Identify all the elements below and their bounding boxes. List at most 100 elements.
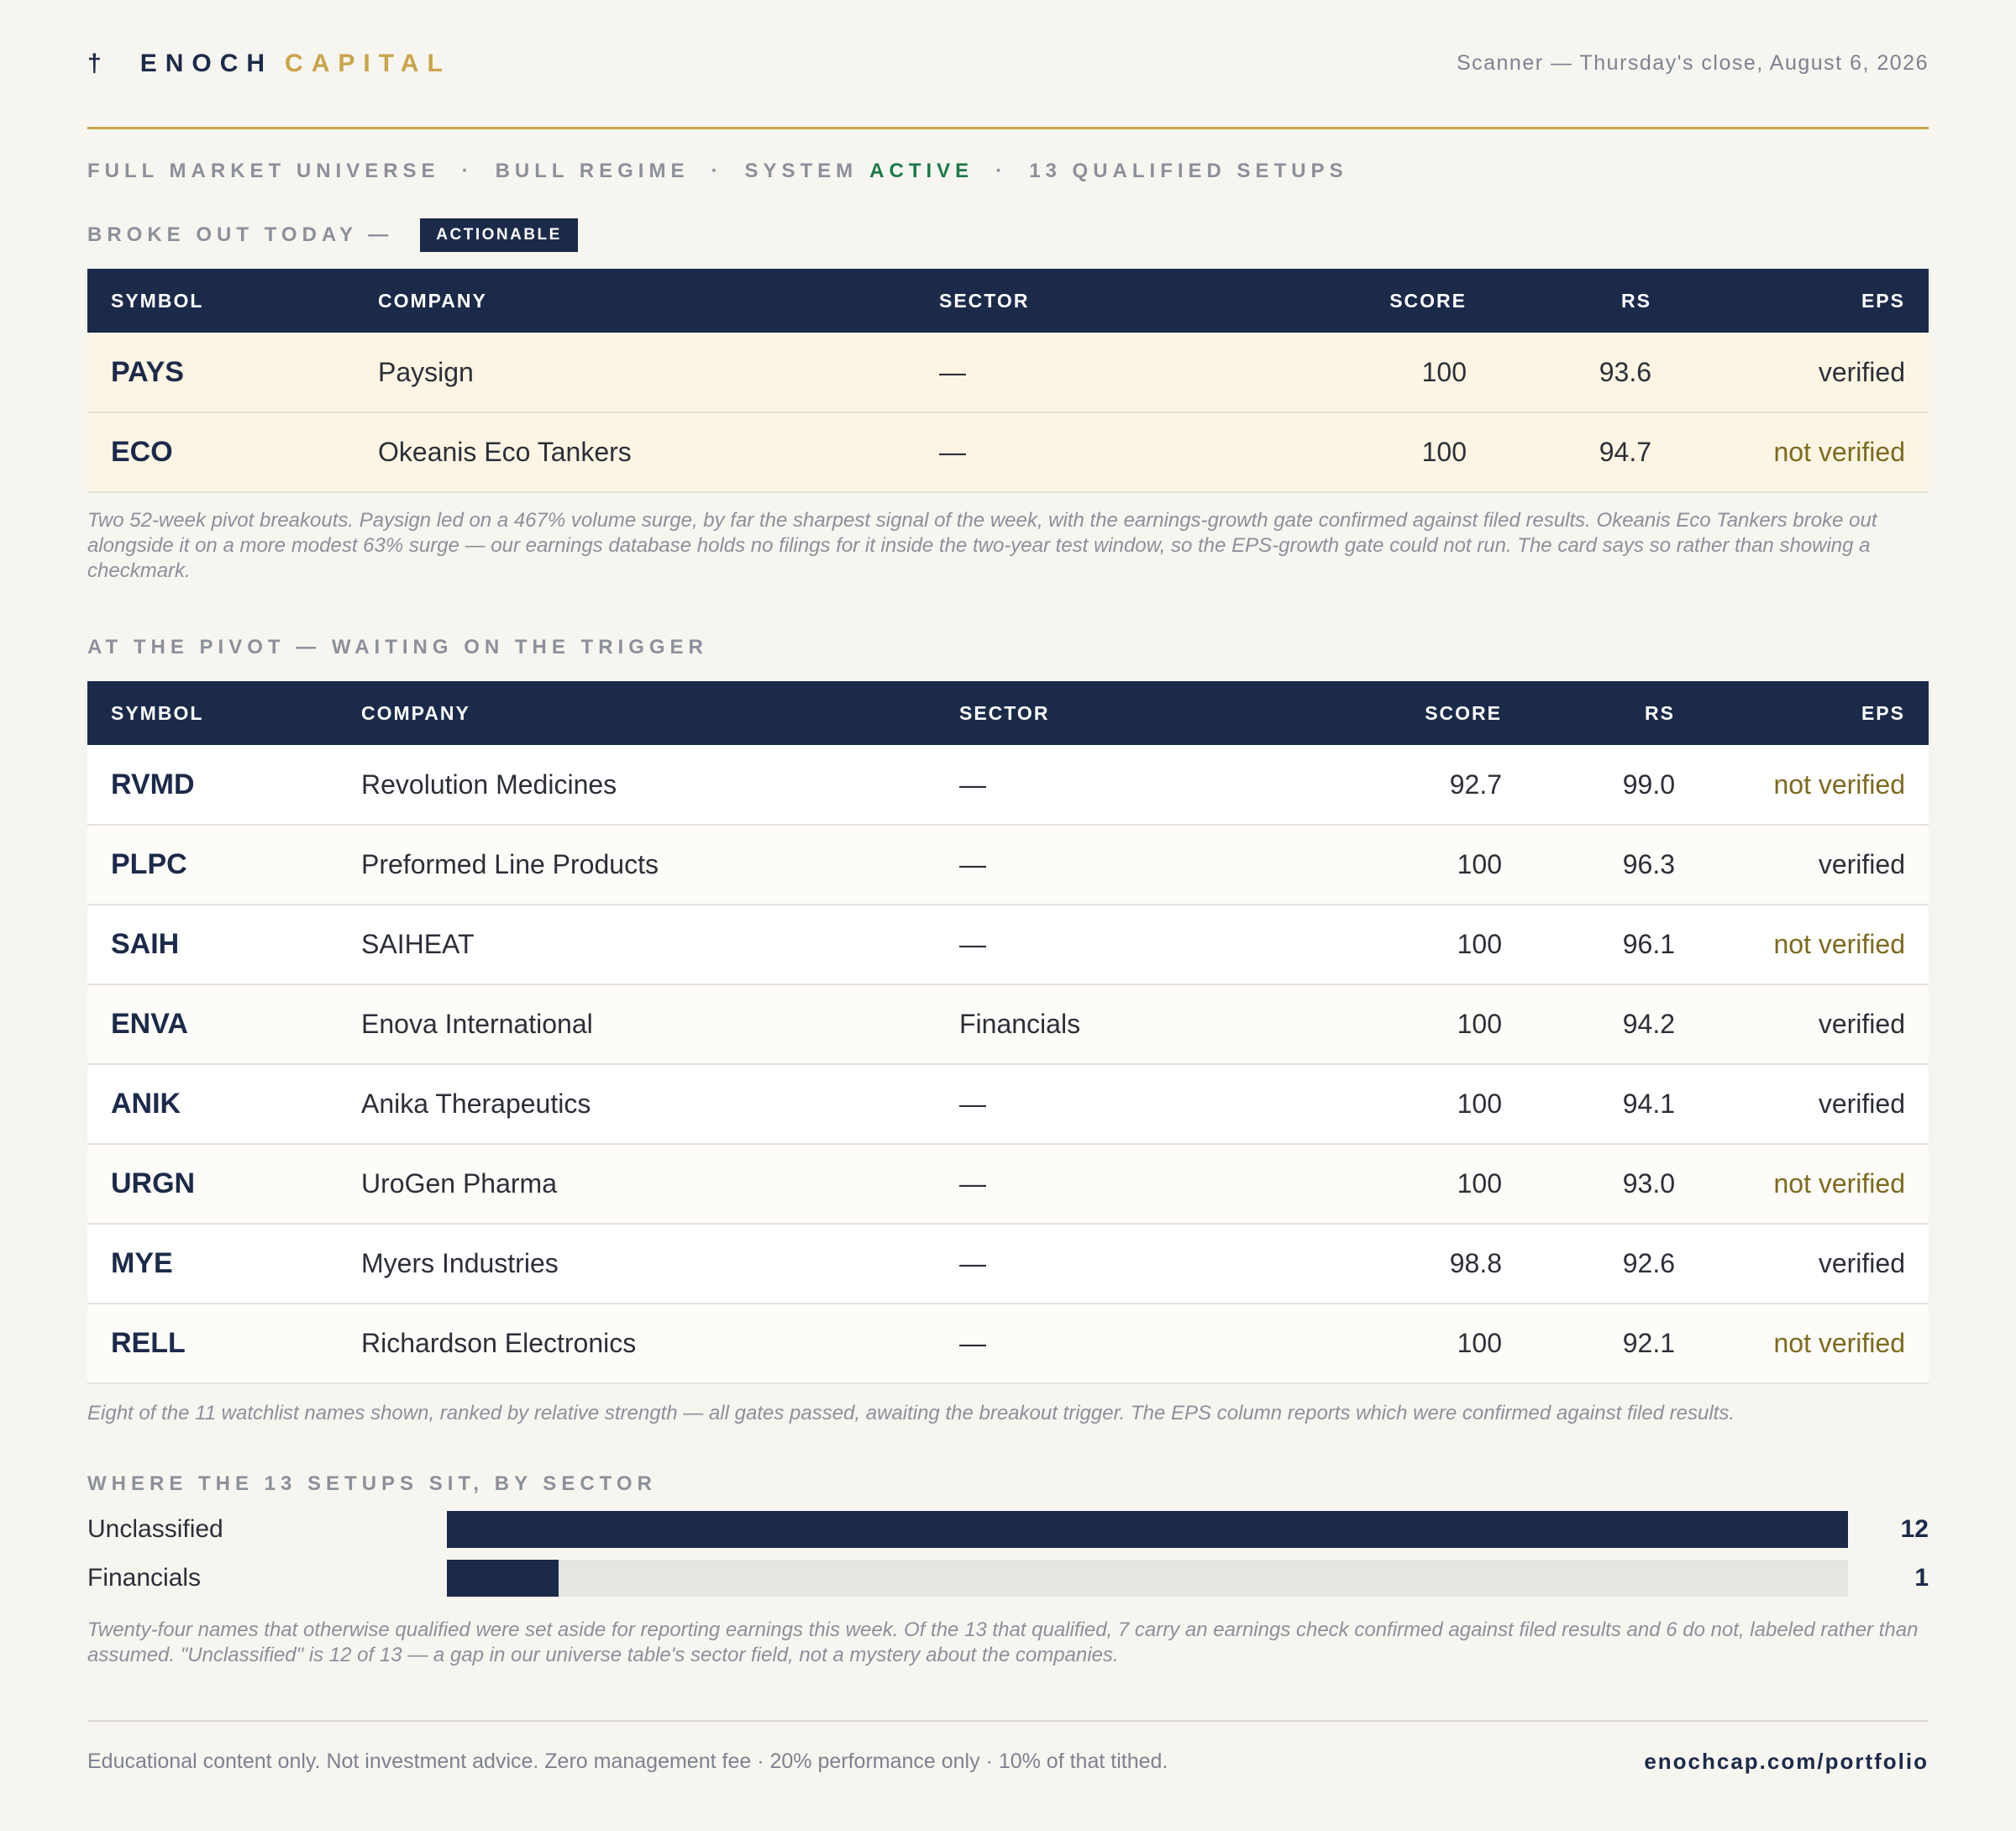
- cell-score: 92.7: [1449, 769, 1502, 800]
- cross-icon: †: [87, 49, 102, 77]
- cell-sector: —: [959, 1089, 986, 1119]
- cell-score: 100: [1457, 1168, 1502, 1199]
- pivot-table: SYMBOL COMPANY SECTOR SCORE RS EPS RVMD R…: [87, 681, 1929, 1384]
- cell-company: Anika Therapeutics: [361, 1089, 591, 1119]
- col-rs: RS: [1645, 701, 1675, 724]
- col-score: SCORE: [1425, 701, 1502, 724]
- cell-symbol: RELL: [111, 1327, 186, 1359]
- actionable-badge: ACTIONABLE: [420, 218, 578, 252]
- pivot-label: AT THE PIVOT — WAITING ON THE TRIGGER: [87, 636, 708, 658]
- sector-bar-count: 12: [1900, 1515, 1929, 1543]
- cell-sector: —: [959, 1248, 986, 1278]
- brand-logo: † ENOCH CAPITAL: [87, 50, 451, 78]
- table-row[interactable]: RELL Richardson Electronics — 100 92.1 not ve…: [87, 1304, 1929, 1383]
- cell-score: 100: [1457, 1089, 1502, 1119]
- cell-symbol: MYE: [111, 1247, 173, 1279]
- table-row[interactable]: MYE Myers Industries — 98.8 92.6 verified: [87, 1224, 1929, 1304]
- sector-label: WHERE THE 13 SETUPS SIT, BY SECTOR: [87, 1472, 657, 1495]
- col-symbol: SYMBOL: [111, 289, 204, 312]
- cell-symbol: PAYS: [111, 355, 184, 388]
- status-separator: ·: [461, 160, 474, 182]
- cell-sector: —: [959, 1168, 986, 1199]
- sector-bar-chart: Unclassified 12 Financials 1: [87, 1505, 1929, 1603]
- cell-rs: 94.1: [1622, 1089, 1675, 1119]
- col-eps: EPS: [1861, 289, 1905, 312]
- col-symbol: SYMBOL: [111, 701, 204, 724]
- cell-symbol: SAIH: [111, 928, 180, 960]
- sector-bar-label: Unclassified: [87, 1515, 223, 1543]
- col-eps: EPS: [1861, 701, 1905, 724]
- pivot-note: Eight of the 11 watchlist names shown, r…: [87, 1402, 1735, 1424]
- report-footer: Educational content only. Not investment…: [87, 1720, 1929, 1775]
- cell-company: Revolution Medicines: [361, 769, 617, 800]
- cell-eps: not verified: [1773, 1328, 1905, 1358]
- col-company: COMPANY: [361, 701, 470, 724]
- cell-eps: verified: [1818, 1248, 1905, 1278]
- cell-rs: 92.1: [1622, 1328, 1675, 1358]
- broke-out-table: SYMBOL COMPANY SECTOR SCORE RS EPS PAYS P…: [87, 269, 1929, 493]
- sector-bar-row: Financials 1: [87, 1554, 1929, 1603]
- sector-bar-label: Financials: [87, 1564, 202, 1592]
- cell-rs: 92.6: [1622, 1248, 1675, 1278]
- sector-bar-track: [447, 1511, 1848, 1548]
- col-sector: SECTOR: [959, 701, 1050, 724]
- cell-symbol: PLPC: [111, 848, 187, 880]
- cell-sector: —: [939, 356, 966, 387]
- cell-eps: not verified: [1773, 1168, 1905, 1199]
- cell-eps: not verified: [1773, 769, 1905, 800]
- cell-company: SAIHEAT: [361, 929, 475, 959]
- cell-score: 100: [1457, 1009, 1502, 1039]
- cell-score: 100: [1457, 929, 1502, 959]
- status-system-label: SYSTEM: [744, 160, 858, 182]
- table-row[interactable]: PLPC Preformed Line Products — 100 96.3 verif…: [87, 825, 1929, 905]
- cell-rs: 93.0: [1622, 1168, 1675, 1199]
- cell-sector: Financials: [959, 1009, 1081, 1039]
- cell-score: 100: [1421, 356, 1467, 387]
- brand-word-capital: CAPITAL: [285, 49, 451, 77]
- status-universe: FULL MARKET UNIVERSE: [87, 160, 440, 182]
- col-sector: SECTOR: [939, 289, 1030, 312]
- broke-out-note: Two 52-week pivot breakouts. Paysign led…: [87, 509, 1877, 582]
- table-header-row: SYMBOL COMPANY SECTOR SCORE RS EPS: [87, 681, 1929, 745]
- table-row[interactable]: RVMD Revolution Medicines — 92.7 99.0 not ver…: [87, 745, 1929, 825]
- cell-rs: 96.3: [1622, 849, 1675, 879]
- cell-score: 100: [1421, 437, 1467, 467]
- status-line: FULL MARKET UNIVERSE · BULL REGIME · SYS…: [87, 155, 1929, 188]
- table-row[interactable]: URGN UroGen Pharma — 100 93.0 not verified: [87, 1144, 1929, 1224]
- disclaimer-text: Educational content only. Not investment…: [87, 1750, 1168, 1773]
- status-separator: ·: [711, 160, 723, 182]
- broke-out-label: BROKE OUT TODAY —: [87, 223, 394, 246]
- sector-bar-row: Unclassified 12: [87, 1505, 1929, 1554]
- cell-company: Myers Industries: [361, 1248, 559, 1278]
- cell-eps: not verified: [1773, 929, 1905, 959]
- col-score: SCORE: [1389, 289, 1467, 312]
- scanner-dateline: Scanner — Thursday's close, August 6, 20…: [1456, 51, 1929, 75]
- cell-sector: —: [939, 437, 966, 467]
- status-regime: BULL REGIME: [495, 160, 690, 182]
- cell-sector: —: [959, 849, 986, 879]
- table-row[interactable]: ECO Okeanis Eco Tankers — 100 94.7 not verifi…: [87, 412, 1929, 492]
- table-row[interactable]: PAYS Paysign — 100 93.6 verified: [87, 333, 1929, 412]
- table-row[interactable]: ANIK Anika Therapeutics — 100 94.1 verified: [87, 1064, 1929, 1144]
- broke-out-heading: BROKE OUT TODAY — ACTIONABLE: [87, 218, 1929, 252]
- cell-symbol: ANIK: [111, 1088, 181, 1120]
- scanner-report: † ENOCH CAPITAL Scanner — Thursday's clo…: [0, 0, 2016, 1831]
- table-header-row: SYMBOL COMPANY SECTOR SCORE RS EPS: [87, 269, 1929, 333]
- col-rs: RS: [1621, 289, 1651, 312]
- portfolio-link[interactable]: enochcap.com/portfolio: [1644, 1749, 1929, 1775]
- cell-score: 98.8: [1449, 1248, 1502, 1278]
- cell-company: Paysign: [378, 356, 474, 387]
- cell-company: Enova International: [361, 1009, 593, 1039]
- cell-company: UroGen Pharma: [361, 1168, 557, 1199]
- sector-note: Twenty-four names that otherwise qualifi…: [87, 1619, 1919, 1666]
- table-row[interactable]: SAIH SAIHEAT — 100 96.1 not verified: [87, 905, 1929, 984]
- cell-symbol: RVMD: [111, 768, 195, 800]
- pivot-heading: AT THE PIVOT — WAITING ON THE TRIGGER: [87, 631, 1929, 664]
- sector-heading: WHERE THE 13 SETUPS SIT, BY SECTOR: [87, 1470, 1929, 1498]
- sector-bar-track: [447, 1560, 1848, 1597]
- col-company: COMPANY: [378, 289, 487, 312]
- sector-bar-fill: [447, 1511, 1848, 1548]
- sector-bar-count: 1: [1914, 1564, 1929, 1592]
- table-row[interactable]: ENVA Enova International Financials 100 94.2…: [87, 984, 1929, 1064]
- cell-eps: verified: [1818, 1089, 1905, 1119]
